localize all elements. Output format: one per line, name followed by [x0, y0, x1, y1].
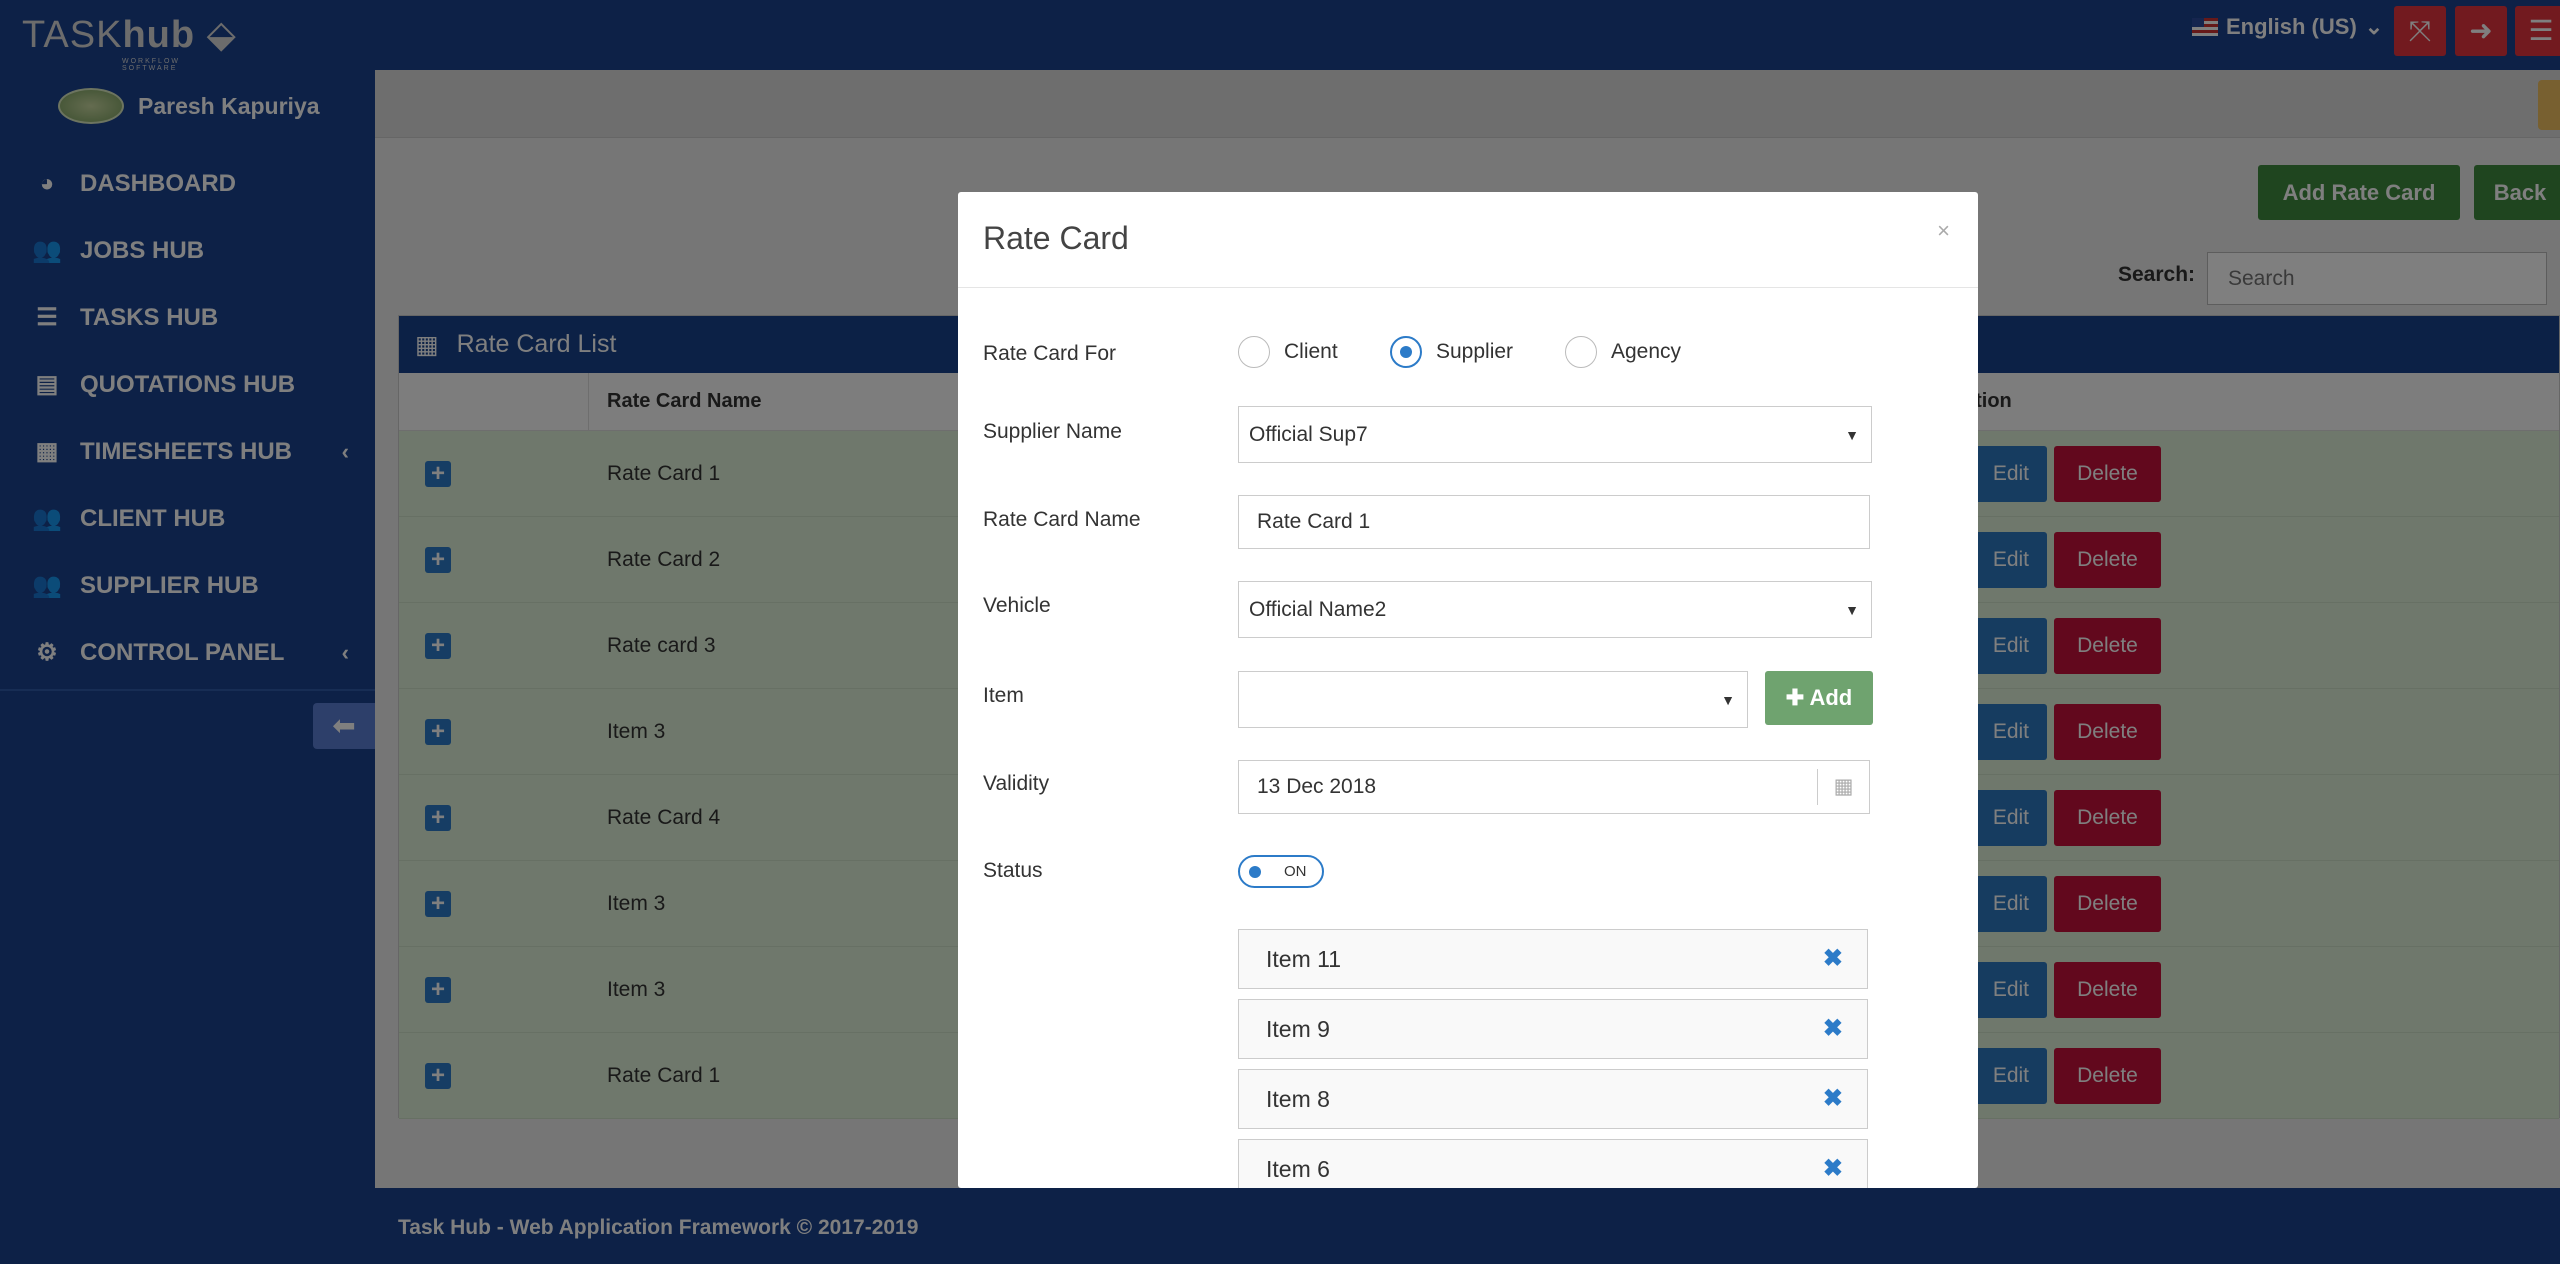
item-select[interactable]: ▼: [1238, 671, 1748, 728]
supplier-name-select[interactable]: Official Sup7 ▼: [1238, 406, 1872, 463]
modal-title: Rate Card: [983, 220, 1129, 256]
remove-icon[interactable]: ✖: [1823, 930, 1843, 988]
rate-card-modal: Rate Card × Rate Card For Client Supplier…: [958, 192, 1978, 1188]
caret-down-icon: ▼: [1721, 691, 1735, 708]
add-item-button[interactable]: ✚ Add: [1765, 671, 1873, 725]
remove-icon[interactable]: ✖: [1823, 1140, 1843, 1188]
radio-agency[interactable]: Agency: [1565, 336, 1681, 368]
calendar-icon[interactable]: ▦: [1817, 769, 1869, 805]
rate-card-name-label: Rate Card Name: [983, 508, 1141, 531]
remove-icon[interactable]: ✖: [1823, 1000, 1843, 1058]
caret-down-icon: ▼: [1845, 601, 1859, 618]
item-chip: Item 8 ✖: [1238, 1069, 1868, 1129]
status-label: Status: [983, 859, 1043, 882]
item-label: Item: [983, 684, 1024, 707]
item-chip: Item 11 ✖: [1238, 929, 1868, 989]
rate-card-name-input[interactable]: Rate Card 1: [1238, 495, 1870, 549]
close-button[interactable]: ×: [1937, 218, 1950, 244]
validity-date-input[interactable]: 13 Dec 2018 ▦: [1238, 760, 1870, 814]
rate-card-for-label: Rate Card For: [983, 342, 1117, 365]
item-chip: Item 9 ✖: [1238, 999, 1868, 1059]
caret-down-icon: ▼: [1845, 426, 1859, 443]
vehicle-select[interactable]: Official Name2 ▼: [1238, 581, 1872, 638]
radio-client[interactable]: Client: [1238, 336, 1338, 368]
validity-label: Validity: [983, 772, 1050, 795]
plus-icon: ✚: [1785, 685, 1810, 710]
radio-supplier[interactable]: Supplier: [1390, 336, 1513, 368]
vehicle-label: Vehicle: [983, 594, 1051, 617]
status-toggle[interactable]: ON: [1238, 855, 1324, 888]
item-chip: Item 6 ✖: [1238, 1139, 1868, 1188]
supplier-name-label: Supplier Name: [983, 420, 1122, 443]
remove-icon[interactable]: ✖: [1823, 1070, 1843, 1128]
